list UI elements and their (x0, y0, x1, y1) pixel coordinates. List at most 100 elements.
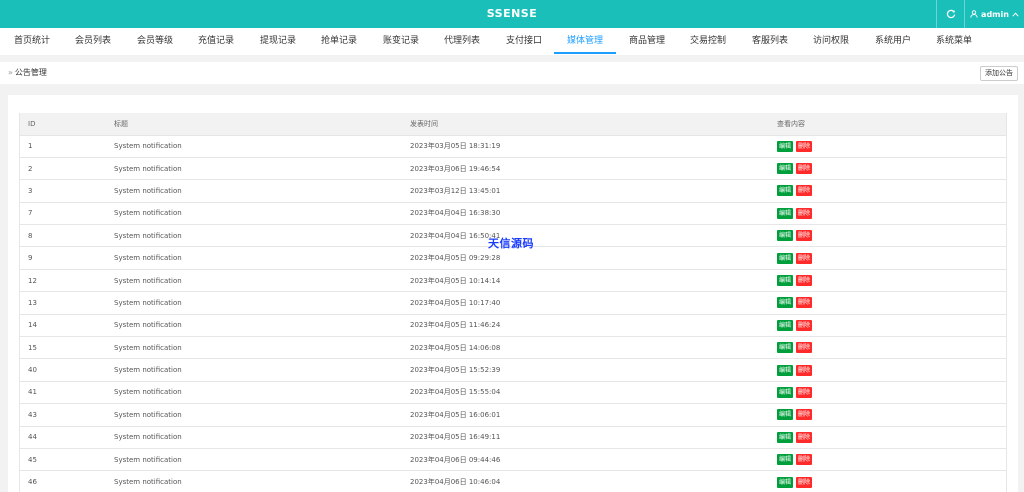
cell-title: System notification (114, 164, 182, 173)
cell-actions: 编辑 删除 (777, 202, 1006, 224)
nav-item-trade-control[interactable]: 交易控制 (690, 28, 726, 55)
delete-button[interactable]: 删除 (796, 342, 813, 354)
nav-item-system-users[interactable]: 系统用户 (875, 28, 911, 55)
edit-button[interactable]: 编辑 (777, 364, 794, 376)
delete-button[interactable]: 删除 (796, 409, 813, 421)
cell-id: 46 (28, 478, 37, 487)
delete-button[interactable]: 删除 (796, 185, 813, 197)
edit-button[interactable]: 编辑 (777, 163, 794, 175)
cell-time: 2023年04月04日 16:38:30 (410, 209, 501, 218)
add-announcement-button[interactable]: 添加公告 (980, 66, 1018, 81)
edit-button[interactable]: 编辑 (777, 409, 794, 421)
table-row: 44 System notification 2023年04月05日 16:49:1… (20, 426, 1006, 448)
cell-id: 8 (28, 231, 33, 240)
cell-id: 14 (28, 321, 37, 330)
cell-actions: 编辑 删除 (777, 337, 1006, 359)
delete-button[interactable]: 删除 (796, 386, 813, 398)
cell-time: 2023年04月05日 14:06:08 (410, 343, 501, 352)
table-row: 14 System notification 2023年04月05日 11:46:2… (20, 314, 1006, 336)
column-header-title: 标题 (114, 119, 128, 128)
cell-actions: 编辑 删除 (777, 381, 1006, 403)
refresh-button[interactable] (936, 0, 964, 28)
delete-button[interactable]: 删除 (796, 476, 813, 488)
edit-button[interactable]: 编辑 (777, 185, 794, 197)
edit-button[interactable]: 编辑 (777, 275, 794, 287)
cell-id: 40 (28, 366, 37, 375)
cell-title: System notification (114, 276, 182, 285)
nav-item-member-list[interactable]: 会员列表 (75, 28, 111, 55)
cell-actions: 编辑 删除 (777, 180, 1006, 202)
active-tab-indicator (554, 52, 616, 54)
table-row: 2 System notification 2023年03月06日 19:46:54… (20, 157, 1006, 179)
delete-button[interactable]: 删除 (796, 319, 813, 331)
delete-button[interactable]: 删除 (796, 431, 813, 443)
edit-button[interactable]: 编辑 (777, 230, 794, 242)
edit-button[interactable]: 编辑 (777, 342, 794, 354)
cell-id: 15 (28, 343, 37, 352)
column-header-actions: 查看内容 (777, 119, 805, 128)
delete-button[interactable]: 删除 (796, 297, 813, 309)
cell-actions: 编辑 删除 (777, 269, 1006, 291)
chevron-up-icon (1012, 11, 1019, 17)
delete-button[interactable]: 删除 (796, 230, 813, 242)
content-panel: ID 标题 发表时间 查看内容 1 System notification 2023… (8, 95, 1018, 492)
cell-time: 2023年04月05日 16:49:11 (410, 433, 501, 442)
cell-id: 45 (28, 455, 37, 464)
cell-time: 2023年03月06日 19:46:54 (410, 164, 501, 173)
table-row: 7 System notification 2023年04月04日 16:38:30… (20, 202, 1006, 224)
cell-title: System notification (114, 410, 182, 419)
nav-item-payment-api[interactable]: 支付接口 (506, 28, 542, 55)
cell-actions: 编辑 删除 (777, 157, 1006, 179)
nav-item-recharge-records[interactable]: 充值记录 (198, 28, 234, 55)
delete-button[interactable]: 删除 (796, 140, 813, 152)
edit-button[interactable]: 编辑 (777, 252, 794, 264)
edit-button[interactable]: 编辑 (777, 207, 794, 219)
cell-id: 9 (28, 254, 33, 263)
nav-item-account-changes[interactable]: 账变记录 (383, 28, 419, 55)
delete-button[interactable]: 删除 (796, 364, 813, 376)
nav-item-member-levels[interactable]: 会员等级 (137, 28, 173, 55)
cell-actions: 编辑 删除 (777, 471, 1006, 492)
nav-item-order-grab[interactable]: 抢单记录 (321, 28, 357, 55)
breadcrumb-separator: » (8, 68, 13, 77)
cell-id: 3 (28, 186, 33, 195)
delete-button[interactable]: 删除 (796, 275, 813, 287)
nav-item-system-menu[interactable]: 系统菜单 (936, 28, 972, 55)
cell-actions: 编辑 删除 (777, 247, 1006, 269)
edit-button[interactable]: 编辑 (777, 476, 794, 488)
nav-item-access-rights[interactable]: 访问权限 (813, 28, 849, 55)
table-row: 3 System notification 2023年03月12日 13:45:01… (20, 179, 1006, 202)
nav-item-media-management[interactable]: 媒体管理 (567, 28, 603, 55)
nav-item-agent-list[interactable]: 代理列表 (444, 28, 480, 55)
column-header-id: ID (28, 119, 36, 128)
nav-item-service-list[interactable]: 客服列表 (752, 28, 788, 55)
nav-item-product-management[interactable]: 商品管理 (629, 28, 665, 55)
delete-button[interactable]: 删除 (796, 207, 813, 219)
delete-button[interactable]: 删除 (796, 252, 813, 264)
table-row: 12 System notification 2023年04月05日 10:14:1… (20, 269, 1006, 291)
edit-button[interactable]: 编辑 (777, 386, 794, 398)
user-icon (970, 10, 978, 18)
nav-item-withdraw-records[interactable]: 提现记录 (260, 28, 296, 55)
cell-actions: 编辑 删除 (777, 135, 1006, 157)
cell-title: System notification (114, 343, 182, 352)
edit-button[interactable]: 编辑 (777, 454, 794, 466)
edit-button[interactable]: 编辑 (777, 140, 794, 152)
edit-button[interactable]: 编辑 (777, 319, 794, 331)
table-row: 15 System notification 2023年04月05日 14:06:0… (20, 336, 1006, 359)
edit-button[interactable]: 编辑 (777, 297, 794, 309)
announcement-table-wrap: ID 标题 发表时间 查看内容 1 System notification 2023… (19, 113, 1007, 492)
edit-button[interactable]: 编辑 (777, 431, 794, 443)
delete-button[interactable]: 删除 (796, 454, 813, 466)
table-row: 46 System notification 2023年04月06日 10:46:0… (20, 470, 1006, 492)
nav-item-home-stats[interactable]: 首页统计 (14, 28, 50, 55)
cell-title: System notification (114, 254, 182, 263)
column-header-time: 发表时间 (410, 119, 438, 128)
cell-time: 2023年04月05日 15:55:04 (410, 388, 501, 397)
cell-actions: 编辑 删除 (777, 359, 1006, 381)
cell-actions: 编辑 删除 (777, 314, 1006, 336)
delete-button[interactable]: 删除 (796, 163, 813, 175)
cell-time: 2023年04月05日 10:14:14 (410, 276, 501, 285)
user-menu[interactable]: admin (964, 0, 1024, 28)
table-row: 43 System notification 2023年04月05日 16:06:0… (20, 403, 1006, 426)
